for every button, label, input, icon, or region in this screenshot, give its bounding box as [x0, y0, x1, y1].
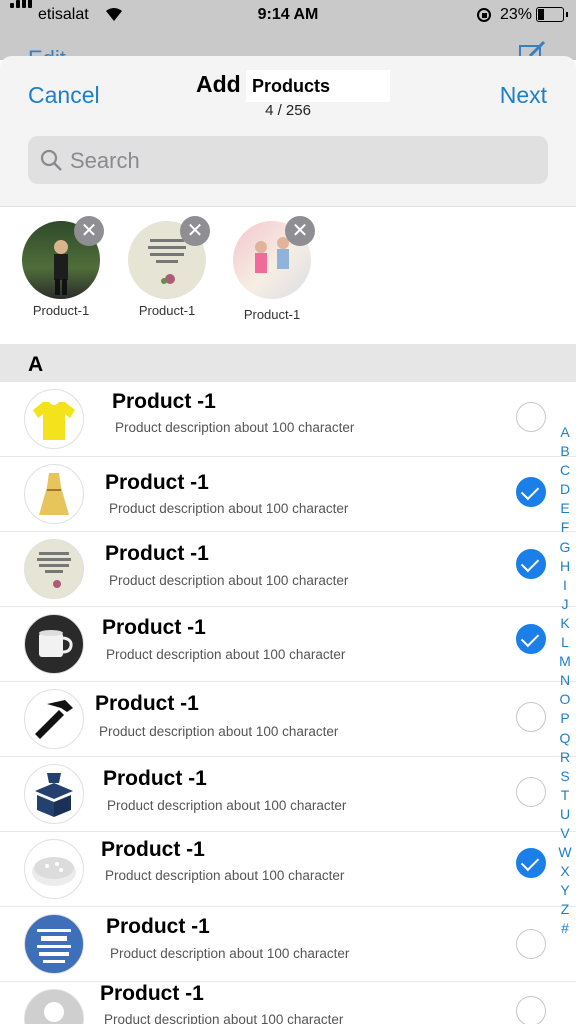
yellow-dress-image — [24, 464, 84, 524]
status-bar: etisalat 9:14 AM 23% — [0, 0, 576, 30]
battery-icon — [536, 7, 568, 22]
add-products-sheet: Cancel Add Products 4 / 256 Next Search … — [0, 56, 576, 1024]
index-letter[interactable]: O — [554, 690, 576, 709]
selected-chip[interactable]: ✕ Product-1 — [117, 216, 217, 318]
product-description: Product description about 100 character — [105, 868, 345, 883]
yellow-tshirt-image — [24, 389, 84, 449]
search-icon — [40, 149, 62, 171]
index-letter[interactable]: P — [554, 709, 576, 728]
coffee-mug-image — [24, 614, 84, 674]
product-name: Product -1 — [103, 767, 207, 791]
product-checkbox-checked[interactable] — [516, 477, 546, 507]
product-row[interactable]: Product -1 Product description about 100… — [0, 457, 576, 532]
product-checkbox[interactable] — [516, 777, 546, 807]
product-checkbox-checked[interactable] — [516, 549, 546, 579]
selected-products: ✕ Product-1 ✕ Product-1 ✕ Product-1 — [0, 206, 576, 345]
sheet-title: Add — [196, 71, 241, 97]
remove-chip-icon[interactable]: ✕ — [180, 216, 210, 246]
product-name: Product -1 — [106, 915, 210, 939]
product-checkbox[interactable] — [516, 402, 546, 432]
product-description: Product description about 100 character — [106, 647, 346, 662]
product-name: Product -1 — [100, 982, 204, 1006]
product-checkbox-checked[interactable] — [516, 848, 546, 878]
chip-label: Product-1 — [138, 303, 196, 318]
box-icon-image — [24, 764, 84, 824]
product-name: Product -1 — [105, 471, 209, 495]
rice-bowl-image — [24, 839, 84, 899]
product-checkbox[interactable] — [516, 929, 546, 959]
index-letter[interactable]: G — [554, 538, 576, 557]
battery-percent: 23% — [499, 6, 532, 23]
index-letter[interactable]: I — [554, 576, 576, 595]
chip-label: Product-1 — [32, 303, 90, 318]
remove-chip-icon[interactable]: ✕ — [285, 216, 315, 246]
index-letter[interactable]: D — [554, 480, 576, 499]
index-letter[interactable]: N — [554, 671, 576, 690]
rotation-lock-icon — [477, 8, 491, 22]
product-row[interactable]: Product -1 Product description about 100… — [0, 682, 576, 757]
product-row[interactable]: Product -1 Product description about 100… — [0, 907, 576, 982]
product-list: Product -1 Product description about 100… — [0, 382, 576, 1024]
index-letter[interactable]: S — [554, 767, 576, 786]
next-button[interactable]: Next — [500, 82, 547, 109]
index-letter[interactable]: T — [554, 786, 576, 805]
index-letter[interactable]: R — [554, 748, 576, 767]
index-letter[interactable]: Y — [554, 881, 576, 900]
index-letter[interactable]: J — [554, 595, 576, 614]
product-name: Product -1 — [101, 838, 205, 862]
hammer-image — [24, 689, 84, 749]
product-description: Product description about 100 character — [110, 946, 350, 961]
product-description: Product description about 100 character — [109, 501, 349, 516]
section-letter: A — [28, 353, 44, 376]
index-letter[interactable]: Q — [554, 729, 576, 748]
product-checkbox[interactable] — [516, 996, 546, 1024]
product-description: Product description about 100 character — [104, 1012, 344, 1024]
product-row[interactable]: Product -1 Product description about 100… — [0, 757, 576, 832]
product-name: Product -1 — [102, 616, 206, 640]
product-description: Product description about 100 character — [99, 724, 339, 739]
selected-chip[interactable]: ✕ Product-1 — [11, 216, 111, 318]
product-name: Product -1 — [95, 692, 199, 716]
index-letter[interactable]: H — [554, 557, 576, 576]
quote-poster-image — [24, 539, 84, 599]
index-letter[interactable]: F — [554, 518, 576, 537]
product-row[interactable]: Product -1 Product description about 100… — [0, 607, 576, 682]
index-letter[interactable]: M — [554, 652, 576, 671]
index-letter[interactable]: A — [554, 423, 576, 442]
product-description: Product description about 100 character — [107, 798, 347, 813]
title-field-text: Products — [252, 76, 331, 96]
selection-count: 4 / 256 — [265, 102, 311, 119]
index-letter[interactable]: L — [554, 633, 576, 652]
index-letter[interactable]: X — [554, 862, 576, 881]
quote-card-image — [24, 914, 84, 974]
product-row[interactable]: Product -1 Product description about 100… — [0, 382, 576, 457]
index-letter[interactable]: B — [554, 442, 576, 461]
chip-label: Product-1 — [243, 307, 301, 322]
product-name: Product -1 — [108, 390, 220, 414]
product-description: Product description about 100 character — [109, 573, 349, 588]
title-field: Products — [246, 70, 390, 102]
product-description: Product description about 100 character — [115, 420, 355, 435]
product-checkbox-checked[interactable] — [516, 624, 546, 654]
index-letter[interactable]: W — [554, 843, 576, 862]
selected-chip[interactable]: ✕ Product-1 — [222, 216, 322, 322]
search-placeholder: Search — [70, 148, 140, 173]
product-checkbox[interactable] — [516, 702, 546, 732]
index-letter[interactable]: Z — [554, 900, 576, 919]
product-row[interactable]: Product -1 Product description about 100… — [0, 532, 576, 607]
index-letter[interactable]: C — [554, 461, 576, 480]
index-letter[interactable]: # — [554, 919, 576, 938]
index-letter[interactable]: K — [554, 614, 576, 633]
index-letter[interactable]: U — [554, 805, 576, 824]
remove-chip-icon[interactable]: ✕ — [74, 216, 104, 246]
section-header: A — [0, 344, 576, 382]
index-letter[interactable]: E — [554, 499, 576, 518]
product-name: Product -1 — [105, 542, 209, 566]
alphabet-index[interactable]: A B C D E F G H I J K L M N O P Q R S T U V W X Y Z # — [554, 423, 576, 939]
index-letter[interactable]: V — [554, 824, 576, 843]
product-row[interactable]: Product -1 Product description about 100… — [0, 832, 576, 907]
avatar-placeholder-icon — [24, 989, 84, 1024]
product-row[interactable]: Product -1 Product description about 100… — [0, 982, 576, 1024]
search-input[interactable]: Search — [28, 136, 548, 184]
